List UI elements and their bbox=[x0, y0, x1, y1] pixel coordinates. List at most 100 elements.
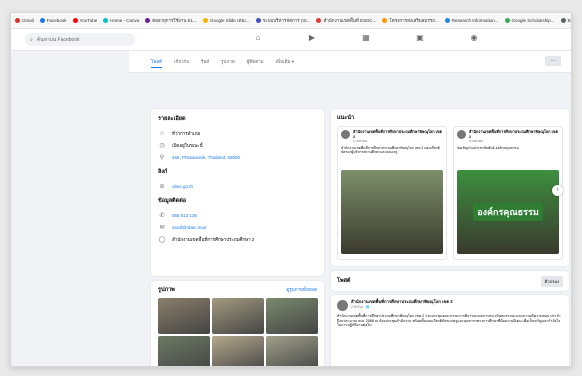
detail-row[interactable]: ✆ 055 013 136 bbox=[158, 209, 317, 221]
page-avatar[interactable] bbox=[457, 130, 466, 139]
bookmark-item[interactable]: YouTube bbox=[72, 18, 97, 23]
bookmark-label: Gmail bbox=[22, 18, 34, 23]
bookmark-label: Google Scholarship... bbox=[511, 18, 555, 23]
bookmark-favicon-icon bbox=[39, 18, 45, 23]
featured-text: ขอเชิญร่วมประชาสัมพันธ์ องค์กรคุณธรรม bbox=[457, 146, 519, 150]
bookmark-item[interactable]: Google Slide เทมเ... bbox=[202, 17, 250, 24]
bookmark-item[interactable]: Research Information... bbox=[444, 18, 499, 23]
bookmark-label: โครงการส่งเสริมสมรรถ... bbox=[389, 18, 439, 23]
detail-text: ที่ว่าการอำเภอ bbox=[172, 130, 201, 136]
filter-button[interactable]: ตัวกรอง bbox=[540, 275, 563, 287]
featured-date: 5 เมษายน bbox=[469, 139, 483, 143]
clock-icon: ◷ bbox=[159, 142, 165, 149]
photo-thumbnail[interactable] bbox=[266, 336, 318, 366]
carousel-next-arrow[interactable]: › bbox=[552, 185, 563, 196]
featured-post[interactable]: สำนักงานเขตพื้นที่การศึกษาประถมศึกษาพิษณ… bbox=[453, 126, 563, 260]
bookmark-label: ผลิตภัณฑ์... bbox=[567, 18, 571, 23]
bookmark-favicon-icon bbox=[560, 18, 566, 23]
intro-title: รายละเอียด bbox=[158, 116, 186, 122]
gaming-icon[interactable]: ◉ bbox=[467, 33, 481, 42]
photo-thumbnail[interactable] bbox=[158, 336, 210, 366]
photo-thumbnail[interactable] bbox=[212, 336, 264, 366]
tab-item[interactable]: รีลส์ bbox=[201, 56, 209, 67]
tab-item[interactable]: เพิ่มเติม ▾ bbox=[276, 56, 294, 67]
bookmark-item[interactable]: ต่ออายุการใช้งาน EL... bbox=[145, 17, 197, 24]
bookmark-item[interactable]: Home - Canva bbox=[103, 18, 139, 23]
page-avatar[interactable] bbox=[341, 130, 350, 139]
featured-card: แนะนำ สำนักงานเขตพื้นที่การศึกษาประถมศึก… bbox=[331, 109, 569, 266]
post-author[interactable]: สำนักงานเขตพื้นที่การศึกษาประถมศึกษาพิษณ… bbox=[351, 299, 453, 305]
featured-post[interactable]: สำนักงานเขตพื้นที่การศึกษาประถมศึกษาพิษณ… bbox=[337, 126, 447, 260]
banner-text: องค์กรคุณธรรม bbox=[473, 203, 543, 221]
search-input[interactable]: ⌕ ค้นหาบน Facebook bbox=[25, 33, 135, 46]
links-title: ลิงก์ bbox=[158, 169, 168, 175]
bookmark-item[interactable]: ผลิตภัณฑ์... bbox=[560, 17, 571, 24]
featured-image[interactable]: องค์กรคุณธรรม bbox=[457, 170, 559, 254]
intro-card: รายละเอียด ☆ ที่ว่าการอำเภอ ◷ เปิดอยู่ในขณะ… bbox=[151, 109, 324, 276]
post-date[interactable]: 2 ชั่วโมง · 🌐 bbox=[351, 305, 453, 310]
photo-thumbnail[interactable] bbox=[158, 298, 210, 334]
post-card: สำนักงานเขตพื้นที่การศึกษาประถมศึกษาพิษณ… bbox=[331, 295, 569, 366]
detail-text: สำนักงานเขตพื้นที่การศึกษาประถมศึกษา 2 bbox=[172, 236, 255, 242]
left-column bbox=[11, 51, 129, 366]
bookmark-item[interactable]: โครงการส่งเสริมสมรรถ... bbox=[382, 17, 439, 24]
page-avatar[interactable] bbox=[337, 300, 348, 311]
detail-row: ◯ สำนักงานเขตพื้นที่การศึกษาประถมศึกษา 2 bbox=[158, 233, 317, 245]
page-tabs: โพสต์ เกี่ยวกับ รีลส์ รูปภาพ ผู้ติดตาม เพิ่มเ… bbox=[129, 51, 571, 73]
bookmark-favicon-icon bbox=[504, 18, 510, 23]
detail-text[interactable]: 055 013 136 bbox=[172, 213, 197, 218]
bookmark-item[interactable]: สำนักงานเขตพื้นที่ ESDC... bbox=[316, 17, 376, 24]
search-placeholder: ค้นหาบน Facebook bbox=[36, 36, 80, 43]
bookmark-favicon-icon bbox=[202, 18, 208, 23]
post-text: สำนักงานเขตพื้นที่การศึกษาประถมศึกษาพิษณ… bbox=[337, 314, 561, 328]
bookmark-item[interactable]: ระบบบริหารจัดการ (IS... bbox=[255, 17, 311, 24]
detail-row[interactable]: ✉ saraf@obec.moe bbox=[158, 221, 317, 233]
detail-text[interactable]: saraf@obec.moe bbox=[172, 225, 206, 230]
tab-item[interactable]: รูปภาพ bbox=[221, 56, 235, 67]
bookmark-favicon-icon bbox=[145, 18, 151, 23]
bookmark-favicon-icon bbox=[15, 18, 20, 23]
photo-thumbnail[interactable] bbox=[266, 298, 318, 334]
detail-text[interactable]: 456, Phitsanulok, Thailand, 65000 bbox=[172, 155, 240, 160]
more-button[interactable]: ··· bbox=[545, 56, 561, 66]
featured-author[interactable]: สำนักงานเขตพื้นที่การศึกษาประถมศึกษาพิษณ… bbox=[469, 130, 559, 139]
browser-window: Gmail Facebook YouTube Home - Canva ต่ออายุก… bbox=[10, 12, 572, 367]
featured-author[interactable]: สำนักงานเขตพื้นที่การศึกษาประถมศึกษาพิษณ… bbox=[353, 130, 443, 139]
bookmark-favicon-icon bbox=[72, 18, 78, 23]
photos-card: รูปภาพ ดูรูปภาพทั้งหมด bbox=[151, 281, 324, 366]
video-icon[interactable]: ▶ bbox=[305, 33, 319, 42]
bookmark-favicon-icon bbox=[444, 18, 450, 23]
posts-header: โพสต์ ตัวกรอง bbox=[331, 271, 569, 291]
bookmark-favicon-icon bbox=[255, 18, 261, 23]
bookmark-item[interactable]: Google Scholarship... bbox=[504, 18, 555, 23]
bookmark-item[interactable]: Facebook bbox=[39, 18, 67, 23]
website-row[interactable]: ⊘ obec.go.th bbox=[158, 180, 317, 192]
tab-item[interactable]: โพสต์ bbox=[151, 56, 163, 68]
website-link[interactable]: obec.go.th bbox=[172, 184, 193, 189]
bookmark-item[interactable]: Gmail bbox=[15, 18, 34, 23]
tab-item[interactable]: ผู้ติดตาม bbox=[247, 56, 264, 67]
bookmark-label: สำนักงานเขตพื้นที่ ESDC... bbox=[323, 18, 377, 23]
marketplace-icon[interactable]: ▦ bbox=[359, 33, 373, 42]
detail-row: ☆ ที่ว่าการอำเภอ bbox=[158, 127, 317, 139]
bookmark-label: Google Slide เทมเ... bbox=[209, 18, 250, 23]
featured-image[interactable] bbox=[341, 170, 443, 254]
email-icon: ✉ bbox=[159, 224, 165, 231]
phone-icon: ✆ bbox=[159, 212, 165, 219]
contact-title: ข้อมูลติดต่อ bbox=[158, 198, 187, 204]
photos-title: รูปภาพ bbox=[158, 287, 175, 293]
search-icon: ⌕ bbox=[30, 36, 33, 43]
home-icon[interactable]: ⌂ bbox=[251, 33, 265, 42]
photo-thumbnail[interactable] bbox=[212, 298, 264, 334]
detail-row: ◷ เปิดอยู่ในขณะนี้ bbox=[158, 139, 317, 151]
location-pin-icon: ⚲ bbox=[159, 154, 165, 161]
posts-title: โพสต์ bbox=[337, 278, 351, 284]
bookmark-label: ระบบบริหารจัดการ (IS... bbox=[262, 18, 311, 23]
link-icon: ⊘ bbox=[159, 183, 165, 190]
groups-icon[interactable]: ▣ bbox=[413, 33, 427, 42]
tab-item[interactable]: เกี่ยวกับ bbox=[174, 56, 189, 67]
see-all-photos-link[interactable]: ดูรูปภาพทั้งหมด bbox=[286, 286, 317, 294]
featured-date: 1 เมษายน bbox=[353, 139, 367, 143]
main-nav: ⌂ ▶ ▦ ▣ ◉ bbox=[251, 33, 481, 42]
detail-row[interactable]: ⚲ 456, Phitsanulok, Thailand, 65000 bbox=[158, 151, 317, 163]
